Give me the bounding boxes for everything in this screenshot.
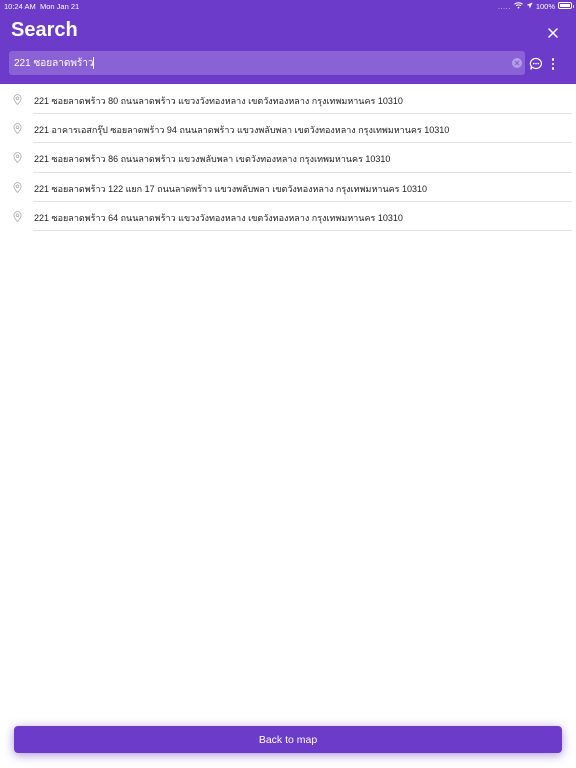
more-vertical-icon	[551, 58, 555, 61]
text-caret	[93, 57, 94, 69]
divider	[33, 229, 572, 231]
close-icon	[548, 28, 558, 38]
search-results-list: 221 ซอยลาดพร้าว 80 ถนนลาดพร้าว แขวงวังทอ…	[0, 85, 576, 231]
more-vertical-icon	[551, 62, 555, 66]
status-time: 10:24 AM	[4, 2, 36, 11]
clear-search-button[interactable]	[512, 58, 522, 68]
result-text: 221 ซอยลาดพร้าว 80 ถนนลาดพร้าว แขวงวังทอ…	[34, 96, 403, 106]
signal-dots: .....	[497, 2, 511, 11]
location-pin-icon	[13, 123, 22, 135]
more-options-button[interactable]	[549, 56, 557, 72]
result-item[interactable]: 221 ซอยลาดพร้าว 80 ถนนลาดพร้าว แขวงวังทอ…	[0, 85, 576, 115]
result-item[interactable]: 221 ซอยลาดพร้าว 64 ถนนลาดพร้าว แขวงวังทอ…	[0, 202, 576, 231]
feedback-button[interactable]	[529, 57, 543, 71]
result-text: 221 ซอยลาดพร้าว 64 ถนนลาดพร้าว แขวงวังทอ…	[34, 212, 403, 223]
search-input[interactable]	[14, 51, 504, 75]
back-to-map-label: Back to map	[258, 733, 318, 746]
result-item[interactable]: 221 ซอยลาดพร้าว 86 ถนนลาดพร้าว แขวงพลับพ…	[0, 143, 576, 173]
clear-icon	[514, 60, 520, 66]
battery-percent: 100%	[535, 2, 555, 11]
result-item[interactable]: 221 อาคารเอสกรุ๊ป ซอยลาดพร้าว 94 ถนนลาดพ…	[0, 114, 576, 144]
status-date: Mon Jan 21	[40, 2, 80, 11]
status-bar: 10:24 AM Mon Jan 21 ..... 100%	[0, 0, 576, 12]
location-arrow-icon	[526, 2, 533, 11]
result-text: 221 อาคารเอสกรุ๊ป ซอยลาดพร้าว 94 ถนนลาดพ…	[34, 125, 450, 136]
result-text: 221 ซอยลาดพร้าว 86 ถนนลาดพร้าว แขวงพลับพ…	[34, 154, 391, 165]
more-vertical-icon	[551, 67, 555, 70]
header: 10:24 AM Mon Jan 21 ..... 100% Search 22…	[0, 0, 576, 84]
result-item[interactable]: 221 ซอยลาดพร้าว 122 แยก 17 ถนนลาดพร้าว แ…	[0, 173, 576, 202]
location-pin-icon	[13, 94, 22, 105]
close-button[interactable]	[542, 22, 564, 44]
status-indicators: ..... 100%	[498, 2, 555, 11]
search-screen: 10:24 AM Mon Jan 21 ..... 100% Search 22…	[0, 0, 576, 768]
battery-icon	[558, 2, 574, 9]
location-pin-icon	[13, 152, 22, 164]
page-title: Search	[11, 19, 78, 41]
result-text: 221 ซอยลาดพร้าว 122 แยก 17 ถนนลาดพร้าว แ…	[34, 183, 427, 194]
back-to-map-button[interactable]: Back to map	[14, 726, 562, 753]
wifi-icon	[513, 2, 523, 11]
search-field[interactable]	[9, 51, 525, 75]
location-pin-icon	[13, 210, 22, 222]
location-pin-icon	[13, 181, 22, 193]
chat-bubble-icon	[529, 57, 542, 70]
